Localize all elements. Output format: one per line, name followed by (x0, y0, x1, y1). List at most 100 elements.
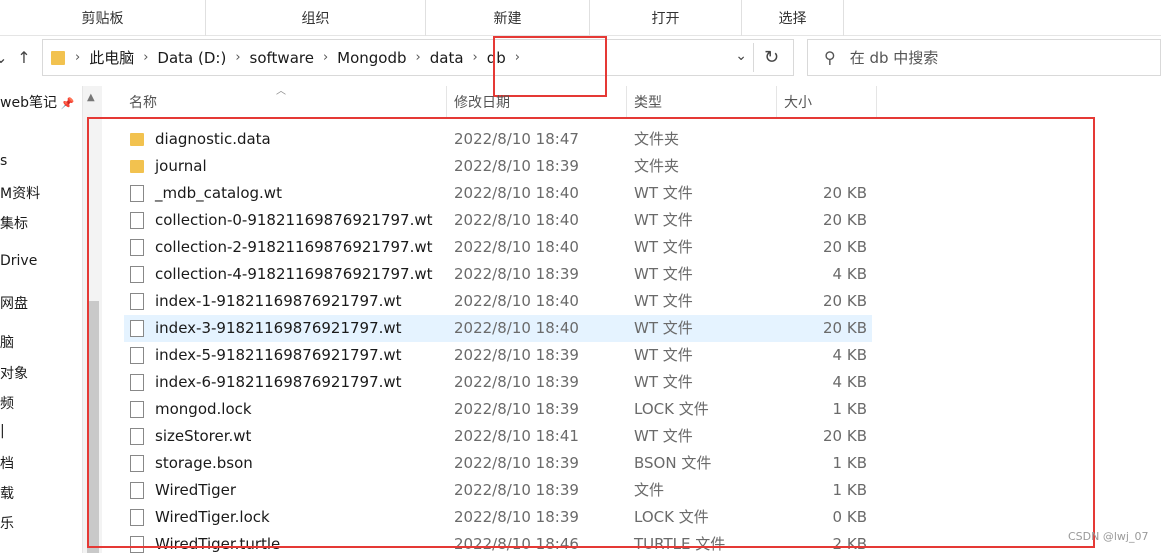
chevron-right-icon[interactable]: › (229, 50, 246, 65)
nav-scrollbar[interactable]: ▲ (82, 86, 102, 553)
file-icon (130, 536, 144, 553)
breadcrumb-mongodb[interactable]: Mongodb (334, 49, 409, 67)
nav-item-music[interactable]: 乐 (0, 513, 14, 533)
file-type: LOCK 文件 (634, 508, 709, 526)
file-modified-date: 2022/8/10 18:40 (454, 238, 579, 256)
nav-item-1[interactable]: s (0, 153, 7, 169)
file-size: 2 KB (832, 535, 867, 553)
file-name: mongod.lock (155, 400, 252, 418)
file-row[interactable]: storage.bson 2022/8/10 18:39 BSON 文件 1 KB (124, 450, 872, 477)
nav-item-2[interactable]: M资料 (0, 183, 40, 203)
file-modified-date: 2022/8/10 18:39 (454, 454, 579, 472)
refresh-icon[interactable]: ↻ (753, 43, 789, 72)
file-name: index-5-91821169876921797.wt (155, 346, 402, 364)
nav-item-netdisk[interactable]: 网盘 (0, 293, 28, 313)
chevron-right-icon[interactable]: › (509, 50, 526, 65)
ribbon-group-open[interactable]: 打开 (590, 0, 742, 36)
ribbon-group-organize[interactable]: 组织 (206, 0, 426, 36)
file-modified-date: 2022/8/10 18:41 (454, 427, 579, 445)
nav-item-3d-objects[interactable]: 对象 (0, 363, 28, 383)
file-name: storage.bson (155, 454, 253, 472)
chevron-right-icon[interactable]: › (410, 50, 427, 65)
file-row[interactable]: index-1-91821169876921797.wt 2022/8/10 18… (124, 288, 872, 315)
breadcrumb-this-pc[interactable]: 此电脑 (86, 47, 137, 68)
column-header-name[interactable]: 名称 (102, 86, 447, 117)
file-row[interactable]: WiredTiger.lock 2022/8/10 18:39 LOCK 文件 0 K… (124, 504, 872, 531)
chevron-down-icon[interactable]: ⌄ (0, 46, 12, 68)
chevron-right-icon[interactable]: › (137, 50, 154, 65)
file-row[interactable]: collection-0-91821169876921797.wt 2022/8/… (124, 207, 872, 234)
file-row[interactable]: mongod.lock 2022/8/10 18:39 LOCK 文件 1 KB (124, 396, 872, 423)
file-row[interactable]: journal 2022/8/10 18:39 文件夹 (124, 153, 872, 180)
file-row[interactable]: collection-2-91821169876921797.wt 2022/8/… (124, 234, 872, 261)
file-size: 20 KB (823, 211, 867, 229)
file-list: diagnostic.data 2022/8/10 18:47 文件夹 journal… (124, 126, 884, 553)
up-arrow-icon[interactable]: ↑ (13, 46, 35, 68)
column-header-type[interactable]: 类型 (627, 86, 777, 117)
file-row[interactable]: sizeStorer.wt 2022/8/10 18:41 WT 文件 20 KB (124, 423, 872, 450)
file-icon (130, 428, 144, 445)
file-icon (130, 401, 144, 418)
file-icon (130, 455, 144, 472)
navigation-bar: ⌄ ↑ › 此电脑 › Data (D:) › software › Mongo… (0, 36, 1161, 78)
column-header-date[interactable]: 修改日期 (447, 86, 627, 117)
file-modified-date: 2022/8/10 18:40 (454, 211, 579, 229)
nav-item-videos[interactable]: 频 (0, 393, 14, 413)
file-icon (130, 347, 144, 364)
nav-item-this-pc[interactable]: 脑 (0, 332, 14, 352)
search-icon: ⚲ (824, 48, 836, 67)
file-row[interactable]: collection-4-91821169876921797.wt 2022/8/… (124, 261, 872, 288)
file-icon (130, 185, 144, 202)
file-name: journal (155, 157, 207, 175)
file-name: WiredTiger.turtle (155, 535, 281, 553)
nav-item-onedrive[interactable]: Drive (0, 253, 37, 269)
nav-item-downloads[interactable]: 载 (0, 483, 14, 503)
column-header-size[interactable]: 大小 (777, 86, 877, 117)
file-type: WT 文件 (634, 373, 693, 391)
folder-icon (51, 50, 65, 65)
nav-item-documents[interactable]: 档 (0, 453, 14, 473)
file-size: 1 KB (832, 481, 867, 499)
chevron-right-icon[interactable]: › (69, 50, 86, 65)
file-size: 1 KB (832, 400, 867, 418)
breadcrumb-data[interactable]: data (427, 49, 467, 67)
watermark: CSDN @lwj_07 (1068, 530, 1149, 543)
file-row[interactable]: diagnostic.data 2022/8/10 18:47 文件夹 (124, 126, 872, 153)
search-input[interactable]: 在 db 中搜索 (850, 47, 939, 68)
breadcrumb-drive-d[interactable]: Data (D:) (154, 49, 229, 67)
address-dropdown-icon[interactable]: ⌄ (735, 48, 747, 64)
breadcrumb-software[interactable]: software (247, 49, 317, 67)
file-icon (130, 509, 144, 526)
breadcrumb-db[interactable]: db (484, 49, 509, 67)
file-row[interactable]: WiredTiger 2022/8/10 18:39 文件 1 KB (124, 477, 872, 504)
file-icon (130, 374, 144, 391)
file-row[interactable]: WiredTiger.turtle 2022/8/10 18:46 TURTLE 文… (124, 531, 872, 553)
scroll-up-icon[interactable]: ▲ (87, 92, 95, 103)
ribbon: 剪贴板 组织 新建 打开 选择 (0, 0, 1161, 36)
file-icon (130, 320, 144, 337)
file-row[interactable]: _mdb_catalog.wt 2022/8/10 18:40 WT 文件 20 KB (124, 180, 872, 207)
address-bar[interactable]: › 此电脑 › Data (D:) › software › Mongodb ›… (42, 39, 794, 76)
chevron-right-icon[interactable]: › (317, 50, 334, 65)
nav-item-pictures[interactable]: | (0, 423, 5, 439)
file-modified-date: 2022/8/10 18:40 (454, 319, 579, 337)
nav-item-3[interactable]: 集标 (0, 213, 28, 233)
file-row[interactable]: index-6-91821169876921797.wt 2022/8/10 18… (124, 369, 872, 396)
file-row[interactable]: index-3-91821169876921797.wt 2022/8/10 18… (124, 315, 872, 342)
file-name: collection-0-91821169876921797.wt (155, 211, 433, 229)
file-size: 4 KB (832, 346, 867, 364)
search-box[interactable]: ⚲ 在 db 中搜索 (807, 39, 1161, 76)
chevron-right-icon[interactable]: › (467, 50, 484, 65)
file-name: WiredTiger (155, 481, 237, 499)
file-row[interactable]: index-5-91821169876921797.wt 2022/8/10 18… (124, 342, 872, 369)
nav-item-web-notes[interactable]: web笔记 📌 (0, 92, 74, 112)
scroll-thumb[interactable] (87, 301, 99, 553)
file-modified-date: 2022/8/10 18:39 (454, 265, 579, 283)
ribbon-group-clipboard[interactable]: 剪贴板 (0, 0, 206, 36)
file-type: WT 文件 (634, 427, 693, 445)
ribbon-group-new[interactable]: 新建 (426, 0, 590, 36)
ribbon-group-select[interactable]: 选择 (742, 0, 844, 36)
file-modified-date: 2022/8/10 18:39 (454, 157, 579, 175)
file-size: 20 KB (823, 319, 867, 337)
file-icon (130, 239, 144, 256)
